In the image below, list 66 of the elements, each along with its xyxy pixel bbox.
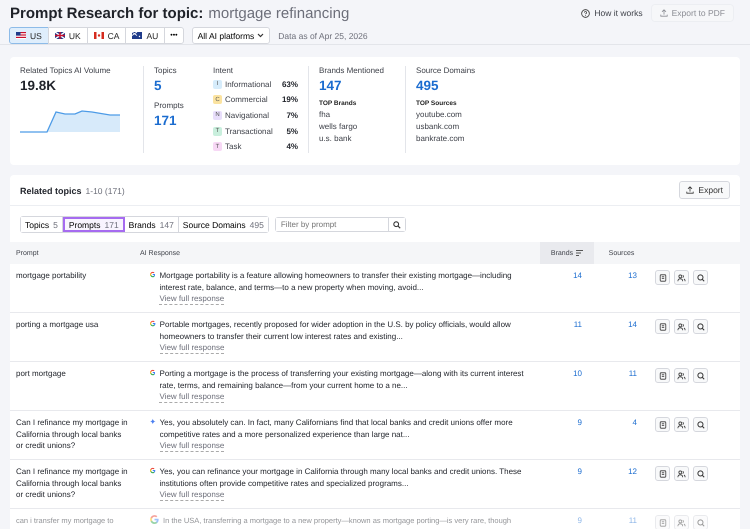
sources-count[interactable]: 4 (600, 417, 643, 428)
platform-dropdown[interactable]: All AI platforms (192, 27, 270, 44)
how-it-works-button[interactable]: How it works (581, 8, 643, 18)
brands-count[interactable]: 9 (546, 466, 588, 478)
brands-count[interactable]: 9 (546, 417, 588, 428)
sources-count[interactable]: 13 (600, 270, 643, 282)
view-full-response-link[interactable]: View full response (160, 490, 224, 501)
filter-tab[interactable]: Topics 5 (21, 217, 63, 232)
response-text: Yes, you absolutely can. In fact, many Californians find that local banks and credit unions offer more competitive rates and a more personalized experience than large nat... (160, 417, 514, 440)
intent-share: 19% (282, 95, 298, 104)
sources-count[interactable]: 14 (600, 319, 643, 330)
stat-label: Brands Mentioned (319, 66, 385, 75)
response-text: Porting a mortgage is the process of transferring your existing mortgage—along with its current interest rate, terms, and remaining balance—from your current home to a ne... (159, 368, 525, 391)
intent-share: 4% (286, 142, 298, 152)
country-tab[interactable]: US (9, 27, 49, 44)
view-full-response-link[interactable]: View full response (160, 441, 224, 452)
prompt-text: Can I refinance my mortgage in California through local banks or credit unions? (16, 467, 128, 499)
prompt-text: Can I refinance my mortgage in California through local banks or credit unions? (16, 418, 128, 450)
prompt-text: mortgage portability (16, 271, 86, 280)
sources-count[interactable]: 12 (600, 466, 643, 478)
stat-label: Topics (154, 66, 178, 75)
source-domain: youtube.com (416, 110, 463, 119)
result-range: 1-10 (171) (86, 186, 125, 196)
stat-label: Related Topics AI Volume (20, 66, 112, 75)
country-tab[interactable]: CA (86, 27, 126, 44)
sources-count[interactable]: 11 (600, 368, 643, 380)
prompt-text: porting a mortgage usa (16, 320, 98, 329)
stat-value[interactable]: 5 (154, 78, 193, 93)
export-button[interactable]: Export (679, 181, 730, 199)
brand-name: wells fargo (319, 122, 358, 131)
brands-count[interactable]: 14 (546, 270, 588, 282)
view-full-response-link[interactable]: View full response (159, 294, 224, 305)
view-full-response-link[interactable]: View full response (160, 343, 224, 354)
brands-count[interactable]: 11 (546, 319, 588, 330)
country-tab[interactable]: AU (125, 27, 166, 44)
stat-label: Source Domains (416, 66, 476, 75)
source-domain: bankrate.com (416, 134, 466, 143)
intent-name: Task (225, 142, 242, 152)
intent-name: Navigational (225, 110, 270, 120)
view-full-response-link[interactable]: View full response (159, 392, 224, 403)
stat-value[interactable]: 147 (319, 78, 395, 93)
stat-value[interactable]: 171 (154, 113, 193, 128)
page-title: Prompt Research for topic: mortgage refinancing (10, 4, 350, 22)
prompt-text: port mortgage (16, 369, 66, 378)
section-title: Related topics (20, 186, 82, 196)
intent-name: Informational (225, 80, 272, 89)
response-text: Yes, you can refinance your mortgage in California through many local banks and credit unions. These institutions often provide competitive rates and specialized programs... (160, 466, 522, 489)
stat-value: 19.8K (20, 78, 58, 93)
filter-field[interactable]: Filter by prompt (274, 217, 406, 232)
stat-value[interactable]: 495 (416, 78, 515, 93)
filter-tab[interactable]: Prompts 171 (62, 217, 125, 232)
intent-share: 63% (282, 80, 298, 89)
stat-label: Prompts (154, 101, 185, 110)
brands-count[interactable]: 10 (546, 368, 588, 380)
stat-label: Intent (213, 66, 234, 75)
brand-name: u.s. bank (319, 134, 352, 143)
response-text: Mortgage portability is a feature allowing homeowners to transfer their existing mortgage—including interest rate, balance, and terms—to a new property when moving, avoid... (159, 270, 513, 293)
intent-share: 7% (286, 110, 298, 120)
country-tab[interactable]: UK (48, 27, 88, 44)
response-text: Portable mortgages, recently proposed for wider adoption in the U.S. by policy officials, would allow homeowners to transfer their current low interest rates and existing... (160, 319, 512, 342)
intent-share: 5% (286, 126, 298, 136)
source-domain: usbank.com (416, 122, 460, 131)
data-date: Data as of Apr 25, 2026 (278, 30, 368, 40)
brand-name: fha (319, 110, 332, 119)
intent-name: Commercial (225, 95, 269, 104)
intent-name: Transactional (225, 126, 274, 136)
